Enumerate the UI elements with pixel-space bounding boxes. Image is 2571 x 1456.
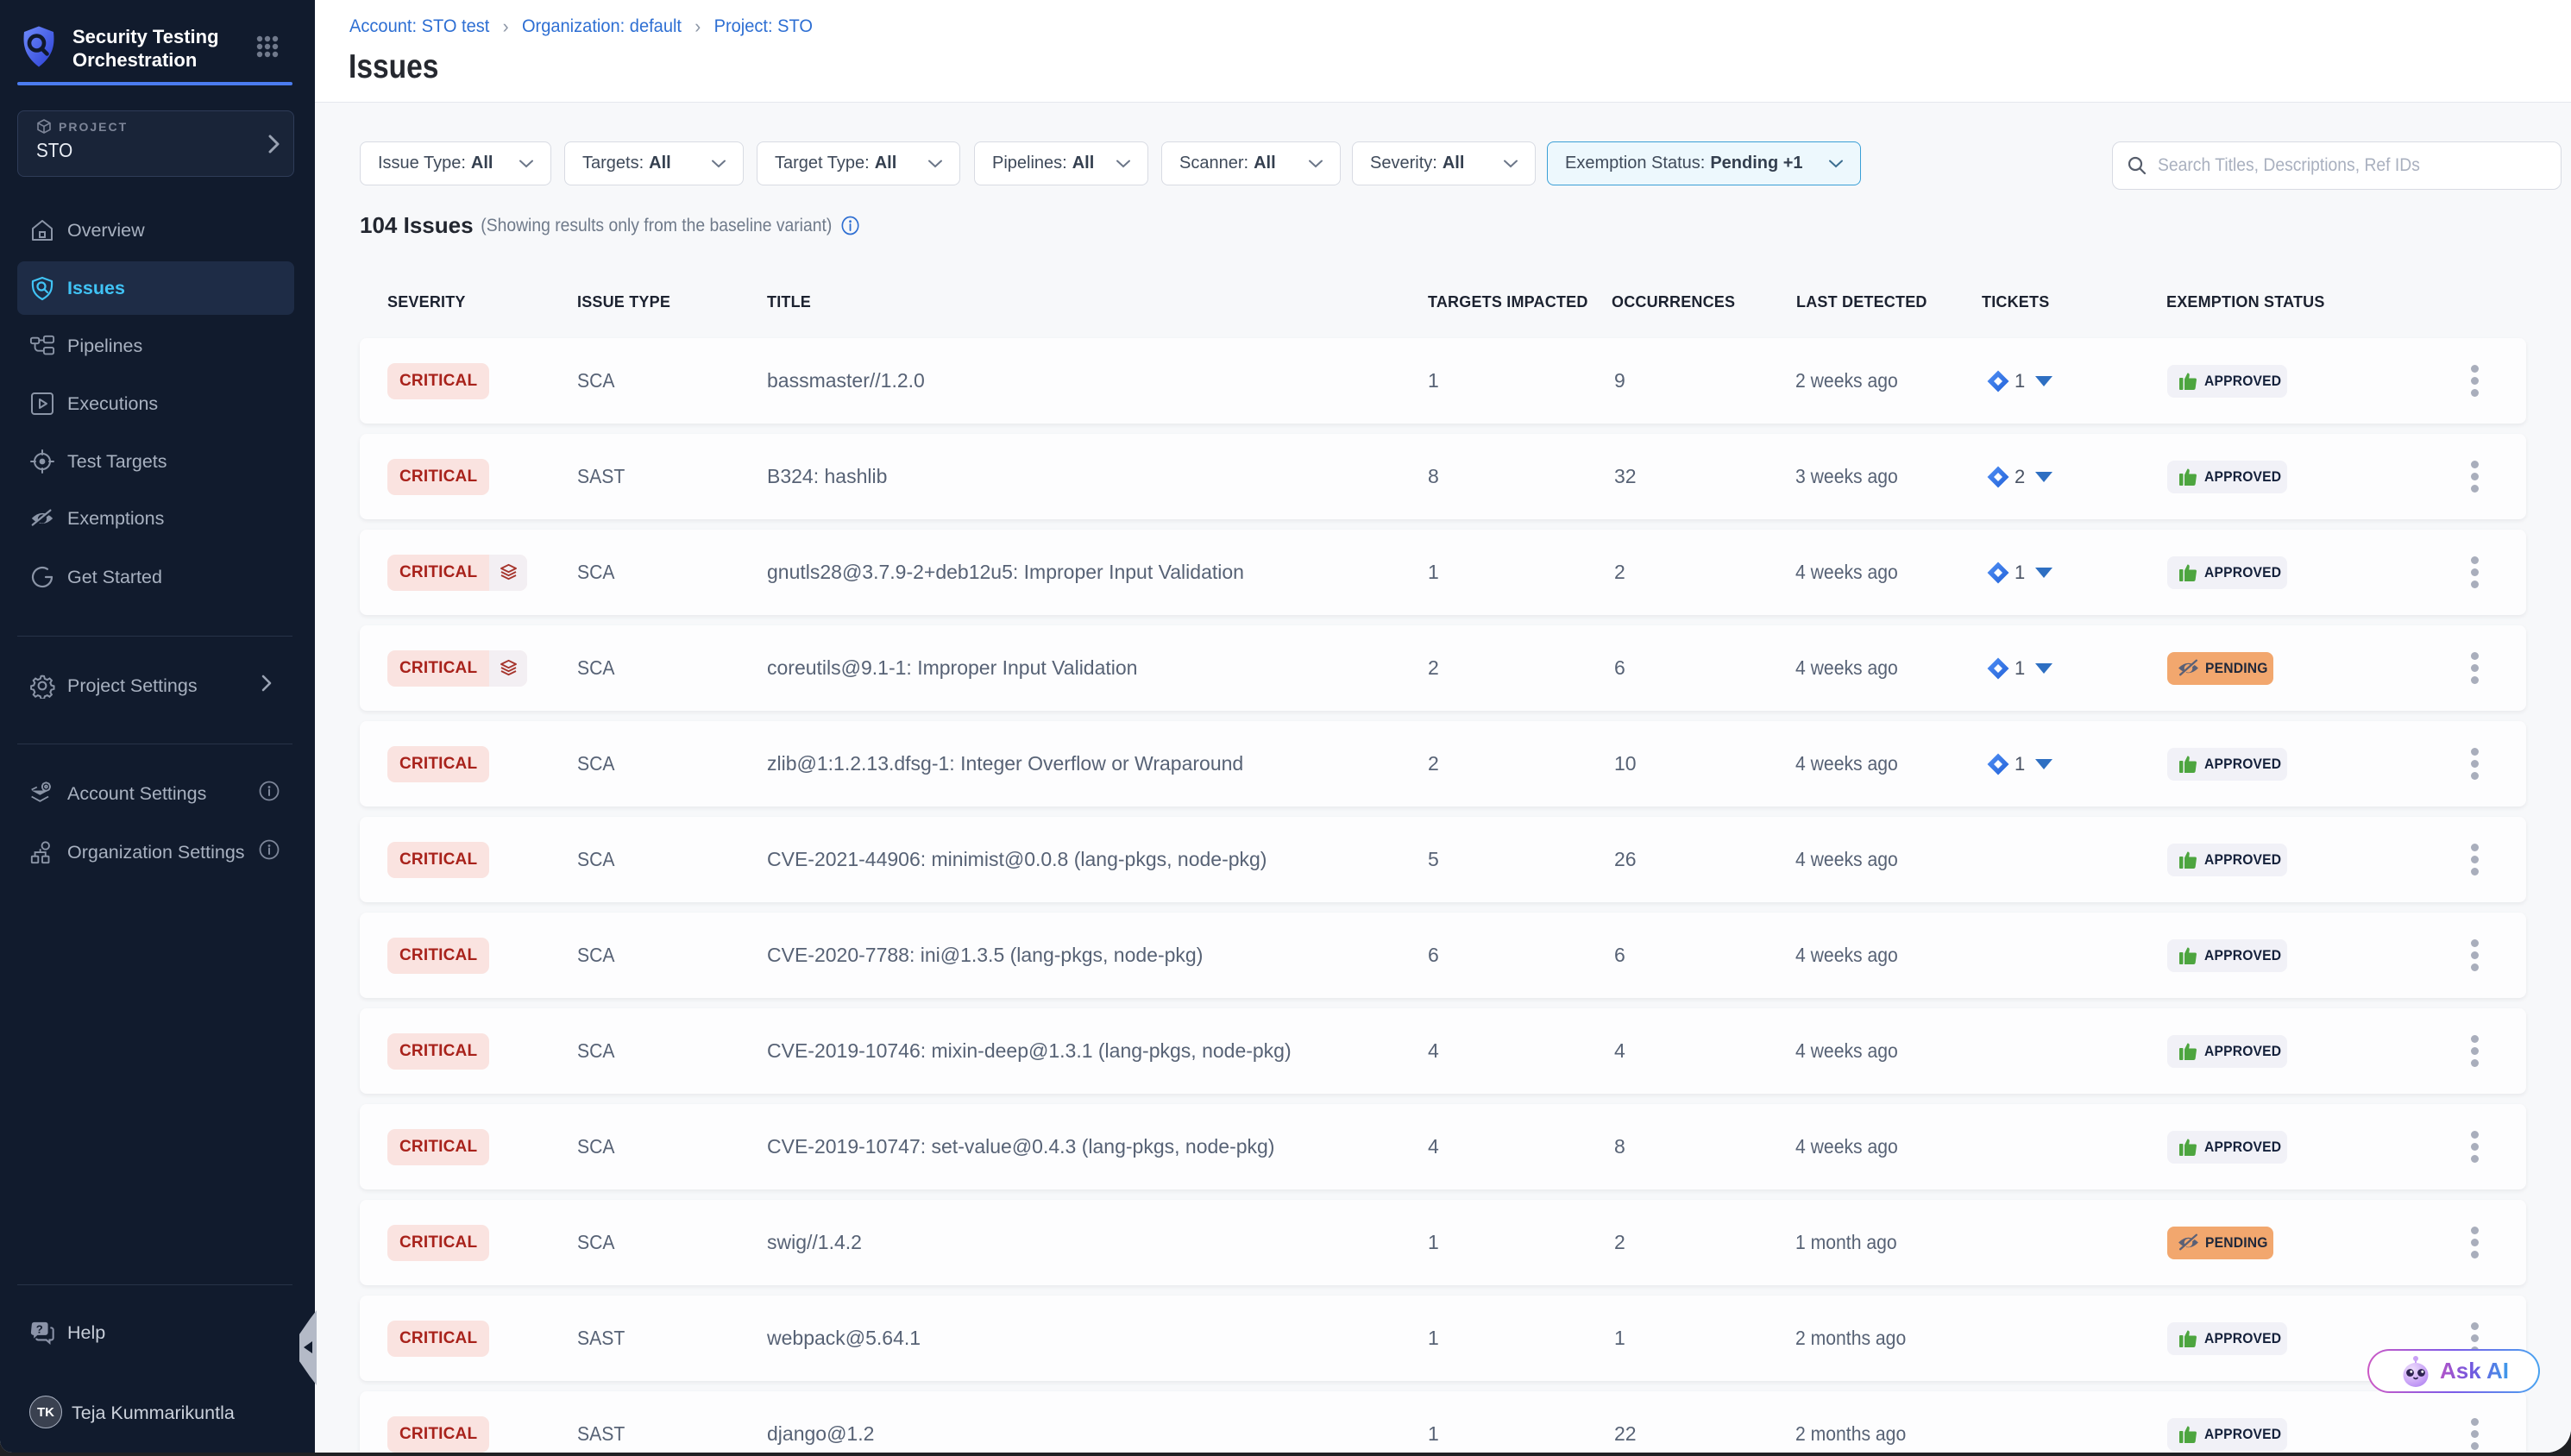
svg-text:?: ? (36, 1322, 43, 1335)
